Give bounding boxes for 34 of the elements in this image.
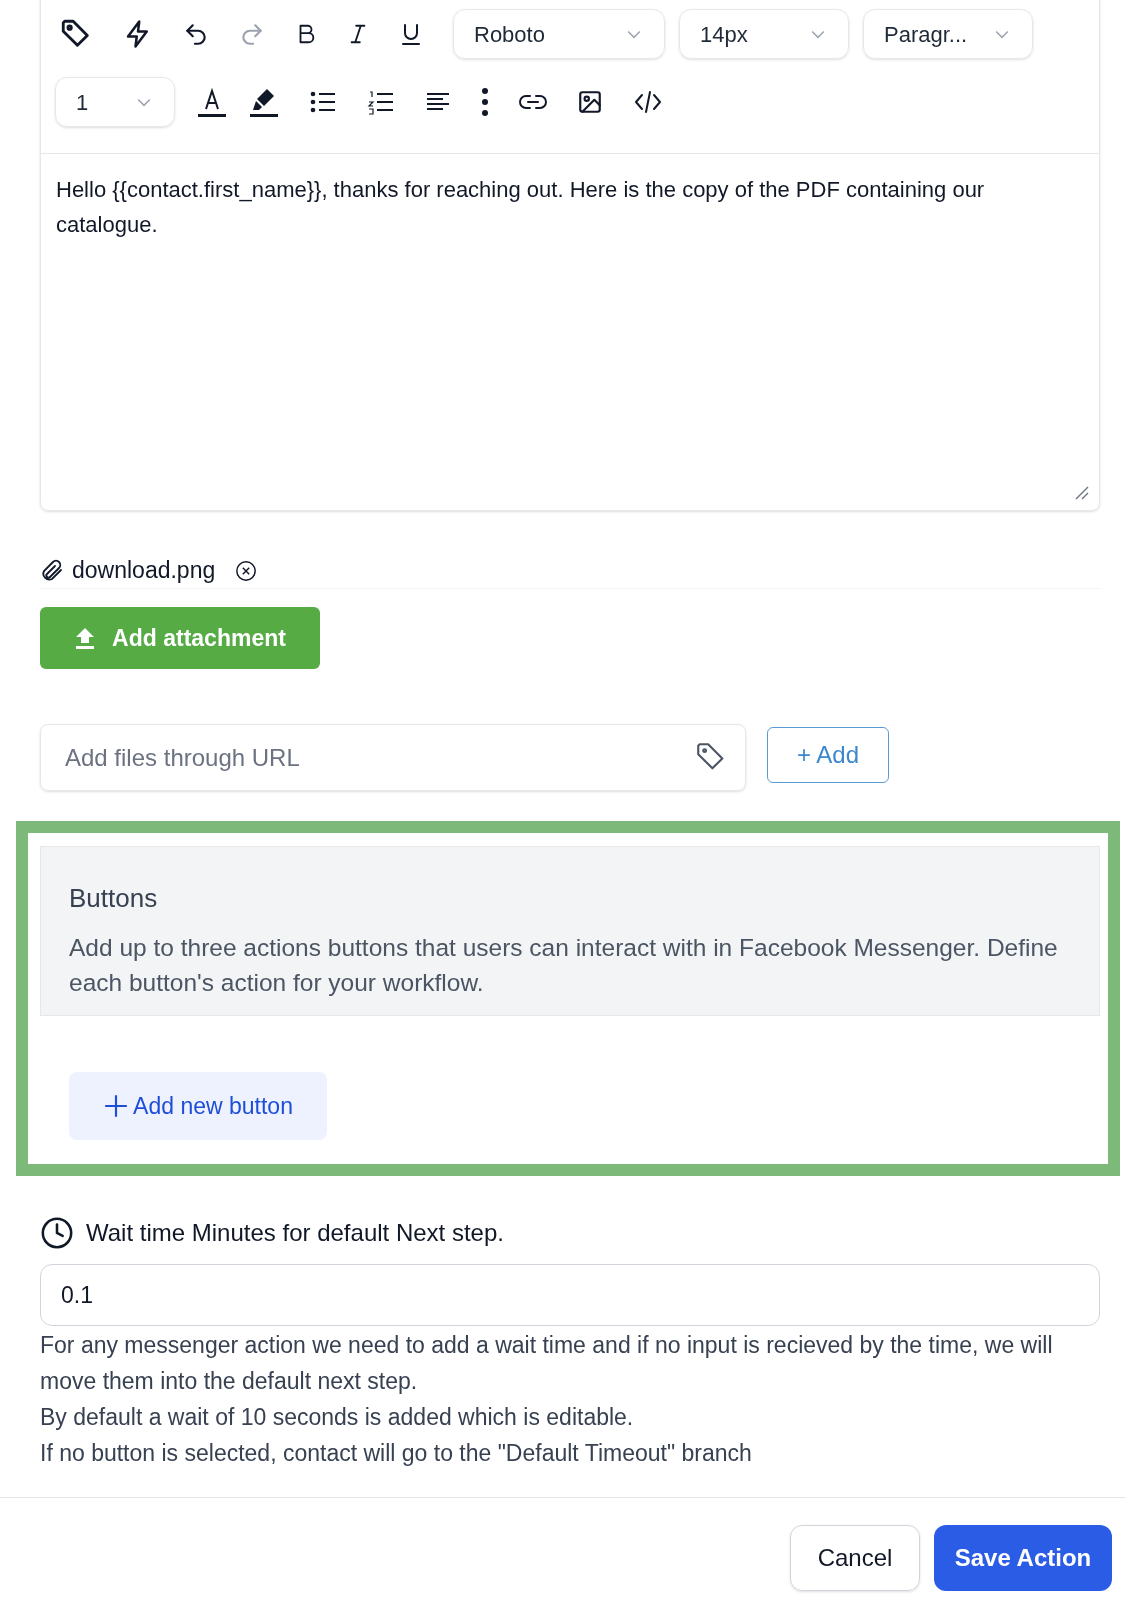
link-icon[interactable] (519, 92, 547, 112)
resize-handle-icon[interactable] (1073, 484, 1089, 500)
help-text: By default a wait of 10 seconds is added which is editable. (40, 1403, 635, 1432)
code-icon[interactable] (633, 89, 663, 115)
underline-icon[interactable] (399, 22, 423, 46)
plus-icon (103, 1093, 130, 1119)
bullet-list-icon[interactable] (309, 89, 337, 115)
clock-icon (40, 1216, 74, 1250)
help-text: If no button is selected, contact will go to the "Default Timeout" branch (40, 1439, 753, 1468)
cancel-button[interactable]: Cancel (790, 1525, 920, 1591)
numbered-list-icon[interactable] (367, 89, 395, 115)
field-label: Wait time Minutes for default Next step. (86, 1218, 504, 1248)
rich-text-editor[interactable]: Roboto 14px Paragr... 1 Hello {{contact.first_name}}, thanks for reaching out. Here is the copy of the PDF containing our catalogue. (40, 0, 1100, 511)
upload-icon (74, 626, 97, 650)
url-input-field[interactable]: Add files through URL (40, 724, 746, 791)
undo-icon[interactable] (183, 21, 209, 47)
file-name: download.png (72, 556, 216, 586)
more-vertical-icon[interactable] (481, 87, 489, 117)
section-title: Buttons (69, 882, 159, 915)
dropdown[interactable]: Paragr... (863, 9, 1033, 59)
align-left-icon[interactable] (425, 91, 451, 113)
dropdown[interactable]: Roboto (453, 9, 665, 59)
wait-time-input[interactable]: 0.1 (40, 1264, 1100, 1326)
message-text: Hello {{contact.first_name}}, thanks for reaching out. Here is the copy of the PDF containing our catalogue. (55, 176, 986, 239)
paperclip-icon (40, 558, 64, 583)
add-new-button[interactable]: Add new button (69, 1072, 327, 1140)
dropdown[interactable]: 14px (679, 9, 849, 59)
image-icon[interactable] (577, 89, 603, 115)
section-description: Add up to three actions buttons that users can interact with in Facebook Messenger. Define each button's action for your workflow. (69, 933, 1059, 998)
dropdown[interactable]: 1 (55, 77, 175, 127)
help-text: For any messenger action we need to add a wait time and if no input is recieved by the time, we will move them into the default next step. (40, 1331, 1054, 1396)
remove-icon[interactable] (235, 559, 258, 582)
add-url-button[interactable]: + Add (767, 727, 889, 783)
save-action-button[interactable]: Save Action (934, 1525, 1112, 1591)
